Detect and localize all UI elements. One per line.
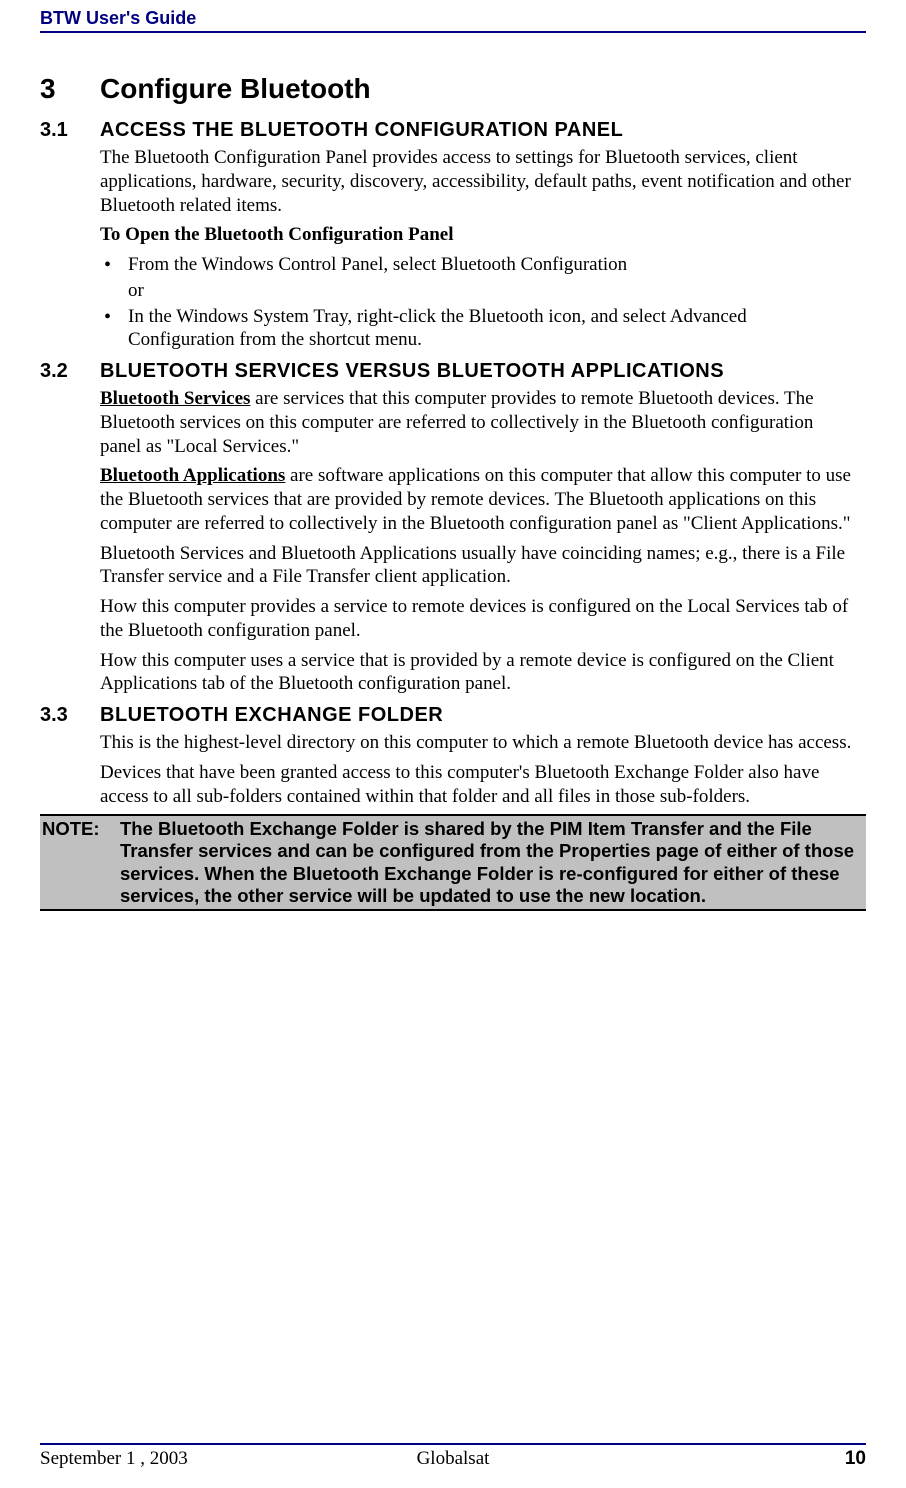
section-3-3-row: 3.3 BLUETOOTH EXCHANGE FOLDER [40, 704, 866, 727]
section-number: 3.3 [40, 704, 100, 727]
section-3-3-body: This is the highest-level directory on t… [100, 731, 856, 808]
section-title: BLUETOOTH EXCHANGE FOLDER [100, 704, 443, 727]
paragraph: How this computer uses a service that is… [100, 649, 856, 697]
chapter-title: Configure Bluetooth [100, 73, 371, 104]
paragraph: How this computer provides a service to … [100, 595, 856, 643]
paragraph: Bluetooth Services and Bluetooth Applica… [100, 542, 856, 590]
footer-company: Globalsat [417, 1448, 490, 1470]
bullet-list: From the Windows Control Panel, select B… [128, 253, 856, 352]
term-bluetooth-applications: Bluetooth Applications [100, 465, 285, 486]
list-item: In the Windows System Tray, right-click … [128, 305, 856, 353]
section-title: ACCESS THE BLUETOOTH CONFIGURATION PANEL [100, 119, 623, 142]
term-bluetooth-services: Bluetooth Services [100, 388, 250, 409]
footer-page-number: 10 [845, 1448, 866, 1470]
or-text: or [128, 279, 856, 303]
chapter-number: 3 [40, 73, 100, 105]
section-3-1-body: The Bluetooth Configuration Panel provid… [100, 146, 856, 352]
page-header: BTW User's Guide [40, 0, 866, 33]
chapter-heading: 3Configure Bluetooth [40, 73, 866, 105]
section-3-2-row: 3.2 BLUETOOTH SERVICES VERSUS BLUETOOTH … [40, 360, 866, 383]
section-number: 3.1 [40, 119, 100, 142]
paragraph: Devices that have been granted access to… [100, 761, 856, 809]
note-box: NOTE: The Bluetooth Exchange Folder is s… [40, 814, 866, 911]
footer-date: September 1 , 2003 [40, 1448, 188, 1470]
paragraph: Bluetooth Services are services that thi… [100, 387, 856, 458]
paragraph: This is the highest-level directory on t… [100, 731, 856, 755]
paragraph: The Bluetooth Configuration Panel provid… [100, 146, 856, 217]
section-title: BLUETOOTH SERVICES VERSUS BLUETOOTH APPL… [100, 360, 724, 383]
open-panel-label: To Open the Bluetooth Configuration Pane… [100, 223, 856, 247]
paragraph: Bluetooth Applications are software appl… [100, 464, 856, 535]
header-title: BTW User's Guide [40, 8, 866, 29]
list-item: From the Windows Control Panel, select B… [128, 253, 856, 277]
section-number: 3.2 [40, 360, 100, 383]
section-3-2-body: Bluetooth Services are services that thi… [100, 387, 856, 696]
note-label: NOTE: [42, 818, 120, 907]
section-3-1-row: 3.1 ACCESS THE BLUETOOTH CONFIGURATION P… [40, 119, 866, 142]
content: 3Configure Bluetooth 3.1 ACCESS THE BLUE… [40, 33, 866, 911]
note-text: The Bluetooth Exchange Folder is shared … [120, 818, 864, 907]
page-footer: September 1 , 2003 Globalsat 10 [40, 1443, 866, 1470]
